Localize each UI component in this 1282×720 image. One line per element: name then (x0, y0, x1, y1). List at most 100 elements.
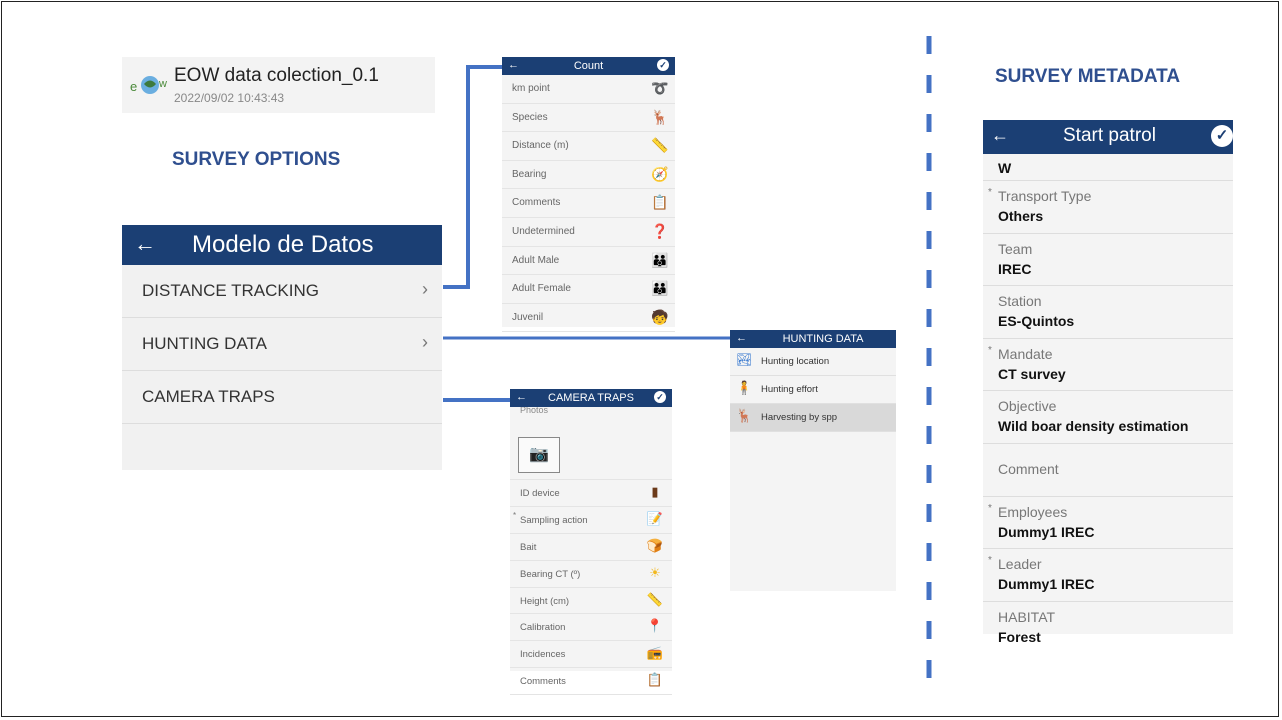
coordinate-field: W (983, 154, 1233, 181)
camera-row-id-device[interactable]: ID device ▮ (510, 480, 672, 507)
camera-row-height[interactable]: Height (cm) 📏 (510, 588, 672, 615)
radio-icon: 📻 (646, 645, 664, 661)
patrol-navbar: ← Start patrol ✓ (983, 120, 1233, 154)
field-label: Mandate (998, 345, 1053, 362)
app-title: EOW data colection_0.1 (174, 65, 379, 86)
clipboard-icon: 📋 (651, 194, 669, 211)
hunting-title: HUNTING DATA (782, 333, 864, 345)
count-row-adult-female[interactable]: Adult Female 👪 (502, 275, 675, 304)
field-employees[interactable]: * Employees Dummy1 IREC (983, 497, 1233, 550)
menu-item-distance-tracking[interactable]: DISTANCE TRACKING › (122, 265, 442, 318)
start-patrol-panel: ← Start patrol ✓ W * Transport Type Others… (983, 120, 1233, 645)
count-row-juvenil[interactable]: Juvenil 🧒 (502, 304, 675, 333)
hunting-row-effort[interactable]: 🧍 Hunting effort (730, 376, 896, 404)
field-label: Bearing (512, 168, 547, 180)
ruler-icon: 📏 (646, 591, 664, 607)
svg-text:e: e (130, 79, 137, 94)
count-row-species[interactable]: Species 🦌 (502, 104, 675, 133)
field-label: Employees (998, 503, 1068, 520)
camera-row-calibration[interactable]: Calibration 📍 (510, 614, 672, 642)
survey-metadata-label: SURVEY METADATA (995, 66, 1181, 87)
field-label: Sampling action (520, 514, 588, 526)
field-habitat[interactable]: HABITAT Forest (983, 602, 1233, 654)
field-station[interactable]: Station ES-Quintos (983, 286, 1233, 339)
checklist-icon: 📝 (646, 510, 664, 526)
field-value: Dummy1 IREC (998, 576, 1095, 593)
field-label: Comment (998, 460, 1059, 477)
field-objective[interactable]: Objective Wild boar density estimation (983, 391, 1233, 444)
field-label: Adult Male (512, 254, 560, 266)
count-navbar: ← Count ✓ (502, 57, 675, 75)
check-icon[interactable]: ✓ (654, 391, 666, 403)
coordinate-value: W (998, 160, 1012, 176)
camera-row-bearing-ct[interactable]: Bearing CT (º) ☀ (510, 561, 672, 588)
count-row-distance[interactable]: Distance (m) 📏 (502, 132, 675, 161)
count-row-bearing[interactable]: Bearing 🧭 (502, 161, 675, 190)
field-label: Transport Type (998, 188, 1092, 204)
count-row-comments[interactable]: Comments 📋 (502, 189, 675, 218)
field-label: Station (998, 293, 1042, 310)
field-transport-type[interactable]: * Transport Type Others (983, 181, 1233, 234)
ruler-icon: 📏 (651, 137, 669, 154)
field-label: Bait (520, 541, 537, 553)
back-arrow-icon[interactable]: ← (736, 332, 747, 344)
field-label: Leader (998, 556, 1042, 573)
map-pin-icon: 📍 (646, 618, 664, 634)
camera-row-comments[interactable]: Comments 📋 (510, 668, 672, 696)
required-asterisk: * (988, 502, 992, 514)
hunting-row-harvesting[interactable]: 🦌 Harvesting by spp (730, 404, 896, 432)
field-label: Team (998, 240, 1033, 257)
camera-traps-panel: ← CAMERA TRAPS ✓ Photos 📷 ID device ▮ * Sa… (510, 389, 672, 696)
back-arrow-icon[interactable]: ← (991, 125, 1009, 146)
field-leader[interactable]: * Leader Dummy1 IREC (983, 549, 1233, 602)
field-label: Hunting location (761, 356, 830, 367)
field-mandate[interactable]: * Mandate CT survey (983, 339, 1233, 392)
field-value: ES-Quintos (998, 313, 1075, 330)
menu-item-camera-traps[interactable]: CAMERA TRAPS (122, 371, 442, 424)
field-value: CT survey (998, 365, 1066, 382)
connector-distance (443, 65, 502, 289)
field-label: Comments (520, 676, 566, 688)
field-comment[interactable]: Comment (983, 444, 1233, 497)
menu-item-label: HUNTING DATA (142, 334, 267, 353)
required-asterisk: * (988, 344, 992, 356)
field-label: Calibration (520, 622, 566, 634)
field-value: Wild boar density estimation (998, 418, 1189, 435)
count-row-undetermined[interactable]: Undetermined ❓ (502, 218, 675, 247)
camera-row-incidences[interactable]: Incidences 📻 (510, 641, 672, 669)
required-asterisk: * (513, 510, 517, 520)
family-male-icon: 👪 (651, 251, 669, 268)
count-row-adult-male[interactable]: Adult Male 👪 (502, 247, 675, 276)
child-icon: 🧒 (651, 308, 669, 325)
patrol-title: Start patrol (1063, 125, 1156, 146)
field-label: Bearing CT (º) (520, 568, 581, 580)
field-value: IREC (998, 260, 1032, 277)
menu-item-hunting-data[interactable]: HUNTING DATA › (122, 318, 442, 371)
hunter-icon: 🧍 (736, 380, 753, 395)
camera-row-sampling-action[interactable]: * Sampling action 📝 (510, 507, 672, 534)
back-arrow-icon[interactable]: ← (134, 231, 156, 257)
app-date: 2022/09/02 10:43:43 (174, 91, 285, 105)
field-label: Incidences (520, 649, 566, 661)
eow-logo-icon: e w (130, 76, 167, 94)
count-panel: ← Count ✓ km point ➰ Species 🦌 Distance (m… (502, 57, 675, 333)
field-label: km point (512, 83, 550, 94)
required-asterisk: * (988, 555, 992, 567)
field-label: Undetermined (512, 225, 575, 237)
svg-text:w: w (158, 78, 167, 90)
family-female-icon: 👪 (651, 280, 669, 297)
camera-icon[interactable]: 📷 (518, 437, 560, 473)
field-label: Distance (m) (512, 140, 569, 152)
field-team[interactable]: Team IREC (983, 234, 1233, 287)
survey-options-label: SURVEY OPTIONS (172, 149, 341, 170)
check-icon[interactable]: ✓ (1211, 125, 1233, 147)
field-label: Hunting effort (761, 384, 818, 395)
hunting-navbar: ← HUNTING DATA (730, 330, 896, 348)
camera-row-bait[interactable]: Bait 🍞 (510, 534, 672, 561)
camera-title: CAMERA TRAPS (548, 392, 634, 404)
hunting-row-location[interactable]: 🏞 Hunting location (730, 348, 896, 376)
check-icon[interactable]: ✓ (657, 59, 669, 71)
field-label: Adult Female (512, 283, 571, 295)
count-row-km-point[interactable]: km point ➰ (502, 75, 675, 104)
hunting-data-panel: ← HUNTING DATA 🏞 Hunting location 🧍 Huntin… (730, 330, 896, 591)
